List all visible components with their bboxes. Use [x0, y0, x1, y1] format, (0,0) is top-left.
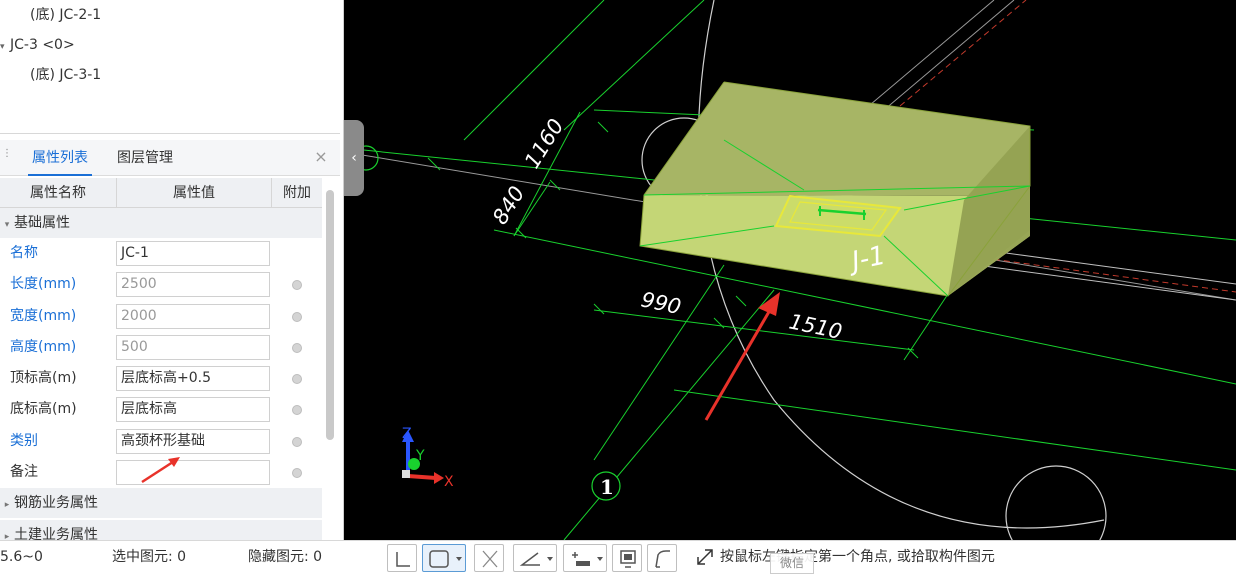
property-row: 高度(mm) 500 [0, 332, 322, 363]
polyline-mode-button[interactable] [647, 544, 677, 572]
axis-z-label: Z [402, 426, 412, 442]
properties-tab-bar: ⋮ 属性列表 图层管理 × [0, 140, 340, 176]
offset-icon [572, 552, 603, 566]
axis-line [983, 265, 1236, 301]
annotation-arrow-red [704, 309, 772, 421]
command-hint: 按鼠标左键指定第一个角点, 或拾取构件图元 [720, 549, 995, 565]
caret-right-icon: ▸ [4, 500, 10, 510]
property-name: 宽度(mm) [10, 307, 77, 324]
dimension-text-1160: 1160 [520, 115, 569, 173]
property-name: 名称 [10, 245, 38, 261]
status-bar: 5.6~0 选中图元: 0 隐藏图元: 0 按鼠标左键指定第一个角点, 或拾取构… [0, 540, 1236, 574]
dimension-text-990: 990 [639, 287, 683, 319]
extra-radio-button[interactable] [292, 311, 302, 322]
viewport-canvas: 1160 840 990 1510 J-1 1 Z Y X [344, 0, 1236, 540]
cross-select-button[interactable] [474, 544, 504, 572]
property-name: 顶标高(m) [10, 370, 77, 386]
property-row: 长度(mm) 2500 [0, 269, 322, 300]
angle-icon [519, 552, 553, 566]
drag-grip-icon[interactable]: ⋮ [2, 149, 12, 165]
tab-layer-management[interactable]: 图层管理 [113, 140, 177, 176]
property-row: 底标高(m) 层底标高 [0, 394, 322, 425]
3d-viewport[interactable]: 1160 840 990 1510 J-1 1 Z Y X [344, 0, 1236, 540]
coordinate-readout: 5.6~0 [0, 549, 43, 565]
property-name: 高度(mm) [10, 338, 77, 355]
app-window: (底) JC-2-1 ▾ JC-3 <0> (底) JC-3-1 ⋮ 属性列表 图… [0, 0, 1236, 574]
display-mode-button[interactable] [612, 544, 642, 572]
orthogonal-icon [396, 552, 410, 567]
axis-x-label: X [444, 474, 454, 490]
tree-item-jc-2-1[interactable]: (底) JC-2-1 [30, 4, 101, 26]
caret-right-icon: ▸ [4, 532, 10, 540]
extra-radio-button[interactable] [292, 405, 302, 416]
group-basic-properties[interactable]: ▾ 基础属性 [0, 208, 322, 238]
property-value-field[interactable]: 500 [116, 334, 270, 360]
offset-snap-button[interactable] [563, 544, 607, 572]
caret-down-icon: ▾ [4, 220, 10, 230]
annotation-arrow-red [141, 457, 180, 484]
extra-radio-button[interactable] [292, 467, 302, 478]
tree-item-label: JC-3 <0> [10, 37, 75, 53]
expand-arrow-icon[interactable]: ▾ [0, 36, 10, 58]
property-name: 长度(mm) [10, 276, 77, 293]
orthogonal-mode-button[interactable] [387, 544, 417, 572]
hidden-count: 隐藏图元: 0 [248, 549, 323, 565]
rect-select-icon [429, 550, 462, 568]
display-icon [620, 550, 636, 568]
rect-select-button[interactable] [422, 544, 466, 572]
group-civil-properties[interactable]: ▸ 土建业务属性 [0, 520, 322, 540]
axis-line-red [983, 257, 1236, 293]
column-header-value: 属性值 [117, 178, 272, 208]
wechat-tooltip: 微信 [770, 553, 814, 574]
tree-item-jc-3-1[interactable]: (底) JC-3-1 [30, 64, 101, 86]
tree-item-label: (底) JC-2-1 [30, 7, 102, 23]
close-icon[interactable]: × [314, 148, 328, 166]
axis-number: 1 [600, 475, 614, 499]
tree-item-jc-3[interactable]: ▾ JC-3 <0> [0, 34, 75, 56]
property-row: 名称 JC-1 [0, 238, 322, 269]
property-row: 宽度(mm) 2000 [0, 301, 322, 332]
left-panel: (底) JC-2-1 ▾ JC-3 <0> (底) JC-3-1 ⋮ 属性列表 图… [0, 0, 344, 540]
property-row: 顶标高(m) 层底标高+0.5 [0, 363, 322, 394]
extra-radio-button[interactable] [292, 374, 302, 384]
collapse-panel-button[interactable]: ‹ [344, 120, 364, 196]
property-value-field[interactable]: 2000 [116, 303, 270, 329]
axis-y-label: Y [415, 448, 425, 464]
property-grid-header: 属性名称 属性值 附加 [0, 178, 322, 208]
property-value-field[interactable]: 2500 [116, 272, 270, 298]
guide-circle [1005, 465, 1107, 540]
property-name: 类别 [10, 432, 38, 449]
axis-line [863, 0, 995, 111]
expand-arrows-icon [697, 549, 713, 565]
property-name: 备注 [10, 463, 38, 480]
dimension-text-1510: 1510 [787, 309, 844, 344]
tab-property-list[interactable]: 属性列表 [28, 140, 92, 176]
group-label: 土建业务属性 [14, 527, 98, 540]
property-value-field[interactable]: JC-1 [116, 241, 270, 266]
cross-icon [482, 550, 498, 568]
property-value-field[interactable]: 层底标高 [116, 397, 270, 423]
properties-scrollbar[interactable] [326, 190, 334, 440]
extra-radio-button[interactable] [292, 436, 302, 447]
component-tree: (底) JC-2-1 ▾ JC-3 <0> (底) JC-3-1 [0, 0, 340, 134]
extra-radio-button[interactable] [292, 342, 302, 353]
column-header-name: 属性名称 [0, 178, 117, 208]
block-top-face [644, 82, 1030, 196]
selected-count: 选中图元: 0 [112, 549, 187, 565]
extra-radio-button[interactable] [292, 280, 302, 291]
polyline-icon [655, 550, 670, 568]
axis-line-red [899, 0, 1027, 107]
axis-line [883, 0, 1015, 111]
tree-item-label: (底) JC-3-1 [30, 67, 102, 83]
ucs-gizmo: Z Y X [402, 426, 454, 490]
group-rebar-properties[interactable]: ▸ 钢筋业务属性 [0, 488, 322, 518]
group-label: 钢筋业务属性 [14, 495, 98, 511]
property-name: 底标高(m) [10, 401, 77, 418]
property-value-field[interactable]: 层底标高+0.5 [116, 366, 270, 391]
column-header-extra: 附加 [283, 185, 311, 201]
angle-snap-button[interactable] [513, 544, 557, 572]
group-label: 基础属性 [14, 215, 70, 231]
